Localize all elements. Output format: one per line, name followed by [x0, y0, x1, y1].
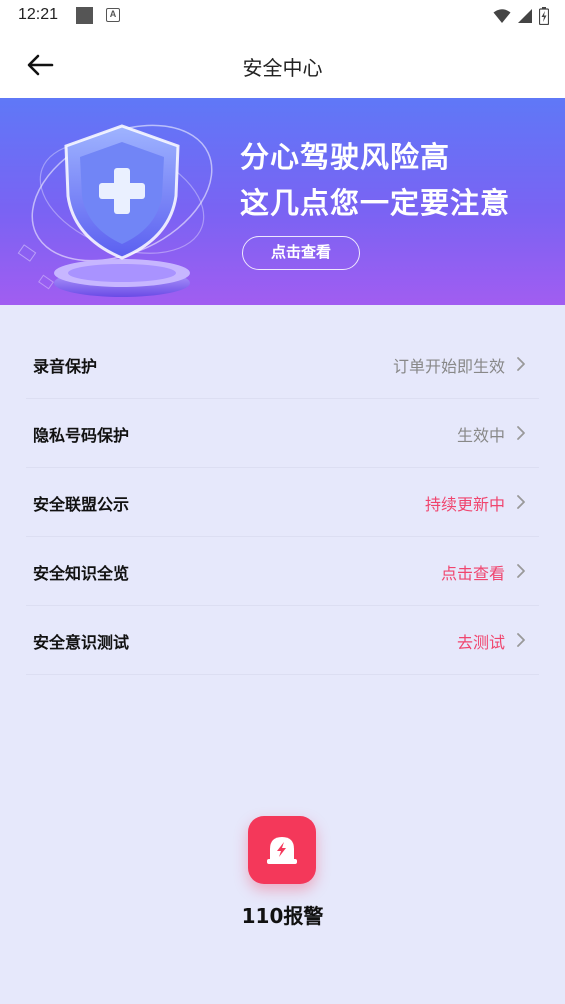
alarm-110-label: 110报警 [241, 904, 324, 928]
menu-row-value: 生效中 [456, 426, 505, 445]
safety-menu-list: 录音保护 订单开始即生效隐私号码保护 生效中安全联盟公示 持续更新中安全知识全览 点击查… [0, 330, 565, 675]
banner-title-line2: 这几点您一定要注意 [240, 186, 511, 220]
chevron-right-icon [517, 633, 525, 647]
notification-icon [76, 7, 93, 24]
app-notification-icon: A [106, 8, 120, 22]
page-title: 安全中心 [242, 56, 323, 80]
menu-row-value: 订单开始即生效 [392, 357, 505, 376]
siren-icon [267, 837, 297, 864]
menu-row[interactable]: 录音保护 订单开始即生效 [0, 330, 565, 399]
menu-row-label: 安全知识全览 [33, 564, 130, 583]
menu-row[interactable]: 安全意识测试 去测试 [0, 606, 565, 675]
chevron-right-icon [517, 495, 525, 509]
menu-row-value: 持续更新中 [424, 495, 505, 514]
chevron-right-icon [517, 426, 525, 440]
banner-view-button[interactable]: 点击查看 [242, 236, 360, 270]
shield-illustration [17, 124, 213, 297]
alarm-110-button[interactable] [248, 816, 316, 884]
status-bar: 12:21 A [0, 0, 565, 32]
menu-row[interactable]: 隐私号码保护 生效中 [0, 399, 565, 468]
app-bar: 安全中心 [0, 32, 565, 98]
battery-icon [539, 7, 549, 25]
safety-banner[interactable]: 分心驾驶风险高 这几点您一定要注意 点击查看 [0, 98, 565, 305]
menu-row[interactable]: 安全联盟公示 持续更新中 [0, 468, 565, 537]
menu-row-value: 去测试 [456, 633, 505, 652]
menu-row[interactable]: 安全知识全览 点击查看 [0, 537, 565, 606]
status-icons [493, 7, 549, 25]
status-time: 12:21 [18, 6, 59, 23]
chevron-right-icon [517, 357, 525, 371]
signal-icon [518, 9, 532, 23]
menu-row-label: 隐私号码保护 [33, 426, 130, 445]
wifi-icon [493, 9, 511, 23]
menu-row-value: 点击查看 [440, 564, 505, 583]
banner-title-line1: 分心驾驶风险高 [240, 140, 451, 174]
chevron-right-icon [517, 564, 525, 578]
menu-row-label: 安全意识测试 [33, 633, 130, 652]
menu-row-label: 录音保护 [33, 357, 98, 376]
menu-row-label: 安全联盟公示 [33, 495, 130, 514]
